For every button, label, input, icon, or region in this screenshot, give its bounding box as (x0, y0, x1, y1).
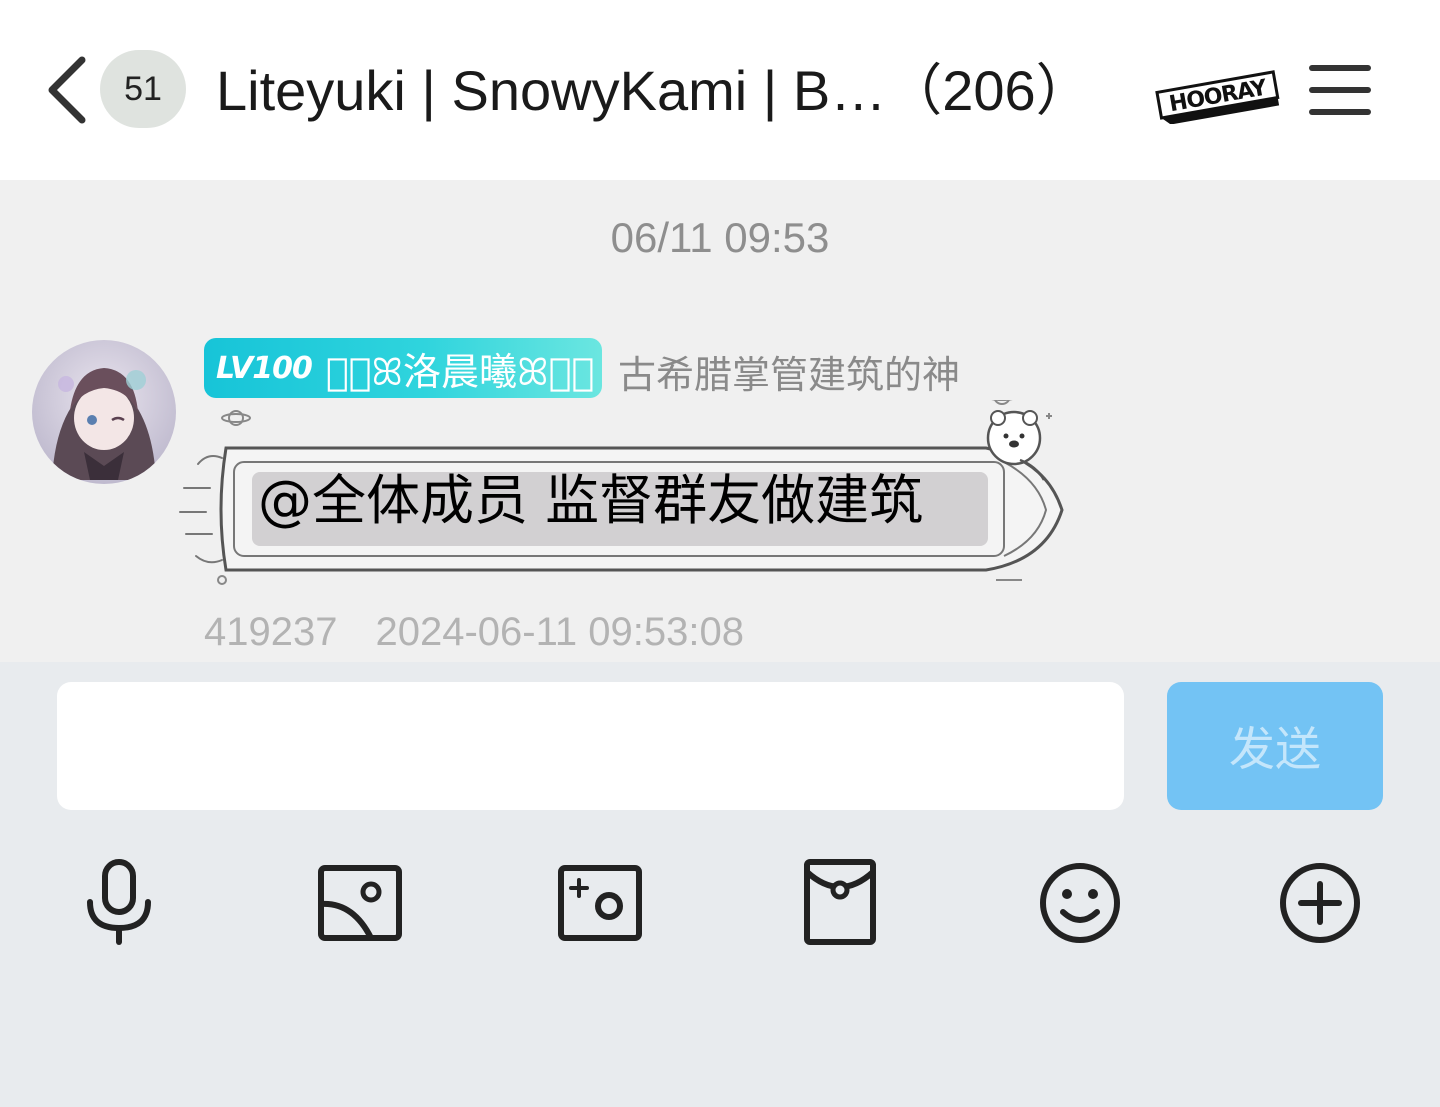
message-bubble[interactable]: @全体成员 监督群友做建筑 (176, 400, 1076, 590)
avatar[interactable] (32, 340, 176, 484)
hamburger-menu-icon (1309, 65, 1371, 115)
level-label: LV100 (216, 350, 313, 386)
member-level-badge: LV100 ᯓ⃒ꕤ洛晨曦ꕤᯓ⃒ (204, 338, 602, 398)
message-meta: 419237 2024-06-11 09:53:08 (204, 610, 744, 655)
red-packet-icon (804, 859, 876, 945)
unread-count-badge[interactable]: 51 (100, 50, 186, 128)
camera-icon (558, 865, 642, 941)
time-divider: 06/11 09:53 (610, 214, 830, 261)
chevron-left-icon (48, 56, 86, 124)
camera-button[interactable] (555, 858, 645, 948)
message-text: @全体成员 监督群友做建筑 (258, 469, 924, 532)
chat-area[interactable]: 06/11 09:53 LV100 ᯓ⃒ꕤ洛晨曦ꕤᯓ⃒ 古希腊掌管建筑的神 @全… (0, 180, 1440, 662)
more-button[interactable] (1275, 858, 1365, 948)
member-title: 古希腊掌管建筑的神 (618, 353, 961, 397)
voice-button[interactable] (74, 858, 164, 948)
image-icon (318, 865, 402, 941)
message-timestamp: 2024-06-11 09:53:08 (375, 610, 744, 654)
composer-panel: 发送 (0, 662, 1440, 1107)
chat-header: 51 Liteyuki | SnowyKami | B…（206） HOORAY (0, 0, 1440, 180)
sender-id: 419237 (204, 610, 338, 654)
group-title[interactable]: Liteyuki | SnowyKami | B…（206） (216, 52, 1092, 130)
hooray-logo: HOORAY (1152, 62, 1282, 125)
emoji-button[interactable] (1035, 858, 1125, 948)
message-input[interactable] (57, 682, 1124, 810)
sender-nickname: ᯓ⃒ꕤ洛晨曦ꕤᯓ⃒ (325, 349, 595, 394)
send-button[interactable]: 发送 (1167, 682, 1383, 810)
plus-icon (1280, 863, 1360, 943)
microphone-icon (87, 859, 151, 945)
emoji-icon (1040, 863, 1120, 943)
back-button[interactable] (40, 52, 96, 128)
image-button[interactable] (315, 858, 405, 948)
menu-button[interactable] (1306, 58, 1374, 122)
red-packet-button[interactable] (795, 858, 885, 948)
